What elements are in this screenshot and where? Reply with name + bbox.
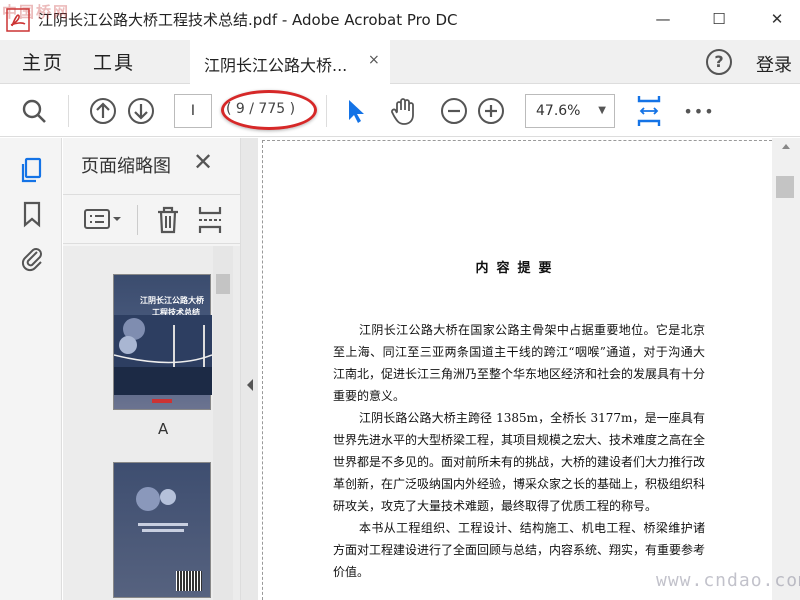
page-paragraph: 本书从工程组织、工程设计、结构施工、机电工程、桥梁维护诸方面对工程建设进行了全面… xyxy=(333,521,706,579)
document-tab-close-button[interactable]: × xyxy=(368,52,380,68)
watermark-bottom-right: www.cndao.com xyxy=(656,570,800,591)
toolbar-divider xyxy=(68,95,69,127)
minimize-icon: — xyxy=(655,10,671,28)
thumbnail-scrollbar[interactable] xyxy=(213,246,233,600)
page-thumbnails-icon[interactable] xyxy=(18,156,46,184)
tab-home[interactable]: 主页 xyxy=(22,48,64,75)
zoom-level-value: 47.6% xyxy=(536,103,581,119)
document-tab-label: 江阴长江公路大桥... xyxy=(204,56,348,75)
search-button[interactable] xyxy=(18,85,50,137)
help-icon[interactable]: ? xyxy=(706,49,732,75)
fit-page-button[interactable] xyxy=(634,85,664,137)
page-thumbnail[interactable]: 江阴长江公路大桥 工程技术总结 xyxy=(113,274,212,410)
thumbnail-scrollbar-thumb[interactable] xyxy=(216,274,230,294)
arrow-up-circle-icon xyxy=(90,98,116,124)
thumbnails-panel: 页面缩略图 ✕ 江阴长江公路大桥 工程技术总结 A xyxy=(63,138,240,600)
document-view[interactable]: 内容提要 江阴长江公路大桥在国家公路主骨架中占据重要地位。它是北京至上海、同江至… xyxy=(258,138,772,600)
cover-text-line xyxy=(138,523,188,526)
publisher-logo xyxy=(152,399,172,403)
search-icon xyxy=(22,99,46,123)
thumbnail-cover-title: 江阴长江公路大桥 xyxy=(140,296,204,305)
close-window-button[interactable]: ✕ xyxy=(754,4,800,34)
barcode xyxy=(176,571,202,591)
tab-tools[interactable]: 工具 xyxy=(93,48,135,75)
more-tools-button[interactable]: ••• xyxy=(683,85,714,137)
minus-circle-icon xyxy=(441,98,467,124)
document-scrollbar-thumb[interactable] xyxy=(776,176,794,198)
panel-toolbar xyxy=(63,194,240,244)
page-number-input[interactable]: I xyxy=(174,94,212,128)
title-bar: 江阴长江公路大桥工程技术总结.pdf - Adobe Acrobat Pro D… xyxy=(0,0,800,40)
bridge-image-icon xyxy=(114,315,212,395)
scroll-up-icon[interactable] xyxy=(781,142,791,150)
zoom-in-button[interactable] xyxy=(477,85,505,137)
previous-page-button[interactable] xyxy=(88,85,118,137)
fit-width-icon xyxy=(637,96,661,126)
window-title: 江阴长江公路大桥工程技术总结.pdf - Adobe Acrobat Pro D… xyxy=(38,11,458,29)
cover-graphic-icon xyxy=(136,487,176,511)
thumbnail-label: A xyxy=(158,420,169,438)
paperclip-icon[interactable] xyxy=(18,244,46,272)
collapse-panel-icon[interactable] xyxy=(245,378,255,392)
panel-close-button[interactable]: ✕ xyxy=(193,148,213,176)
toolbar: I ( 9 / 775 ) 47.6% ▼ ••• xyxy=(0,85,800,137)
extract-pages-icon[interactable] xyxy=(197,205,223,235)
maximize-button[interactable]: ☐ xyxy=(696,4,742,34)
close-icon: ✕ xyxy=(770,10,784,28)
page-paragraph: 江阴长江公路大桥在国家公路主骨架中占据重要地位。它是北京至上海、同江至三亚两条国… xyxy=(333,323,706,403)
minimize-button[interactable]: — xyxy=(640,4,686,34)
toolbar-divider xyxy=(326,95,327,127)
panel-title: 页面缩略图 xyxy=(81,156,171,177)
next-page-button[interactable] xyxy=(126,85,156,137)
document-tab[interactable]: 江阴长江公路大桥... × xyxy=(190,40,390,84)
page-heading: 内容提要 xyxy=(475,261,560,276)
cursor-arrow-icon xyxy=(349,100,364,123)
watermark-top-left: 中国桥网 xyxy=(2,3,71,21)
arrow-down-circle-icon xyxy=(128,98,154,124)
document-scrollbar[interactable] xyxy=(772,138,800,600)
cover-text-line xyxy=(142,529,184,532)
panel-splitter[interactable] xyxy=(240,138,258,600)
login-button[interactable]: 登录 xyxy=(756,51,792,77)
page-thumbnail[interactable] xyxy=(113,462,211,598)
page-paragraph: 江阴长路公路大桥主跨径 1385m，全桥长 3177m，是一座具有世界先进水平的… xyxy=(333,411,706,513)
annotation-red-oval xyxy=(221,90,317,130)
zoom-level-select[interactable]: 47.6% ▼ xyxy=(525,94,615,128)
maximize-icon: ☐ xyxy=(712,10,726,28)
thumbnail-options-icon[interactable] xyxy=(83,207,123,233)
chevron-down-icon: ▼ xyxy=(598,105,606,116)
select-tool-button[interactable] xyxy=(342,85,370,137)
zoom-out-button[interactable] xyxy=(440,85,468,137)
nav-bar: 主页 工具 xyxy=(0,40,800,84)
hand-icon xyxy=(391,98,414,125)
plus-circle-icon xyxy=(478,98,504,124)
bookmark-icon[interactable] xyxy=(18,200,46,228)
left-rail xyxy=(0,138,62,600)
pdf-page: 内容提要 江阴长江公路大桥在国家公路主骨架中占据重要地位。它是北京至上海、同江至… xyxy=(262,140,772,600)
panel-toolbar-divider xyxy=(137,205,138,235)
hand-tool-button[interactable] xyxy=(388,85,420,137)
trash-icon[interactable] xyxy=(155,205,181,235)
thumbnail-list: 江阴长江公路大桥 工程技术总结 A xyxy=(63,246,240,600)
